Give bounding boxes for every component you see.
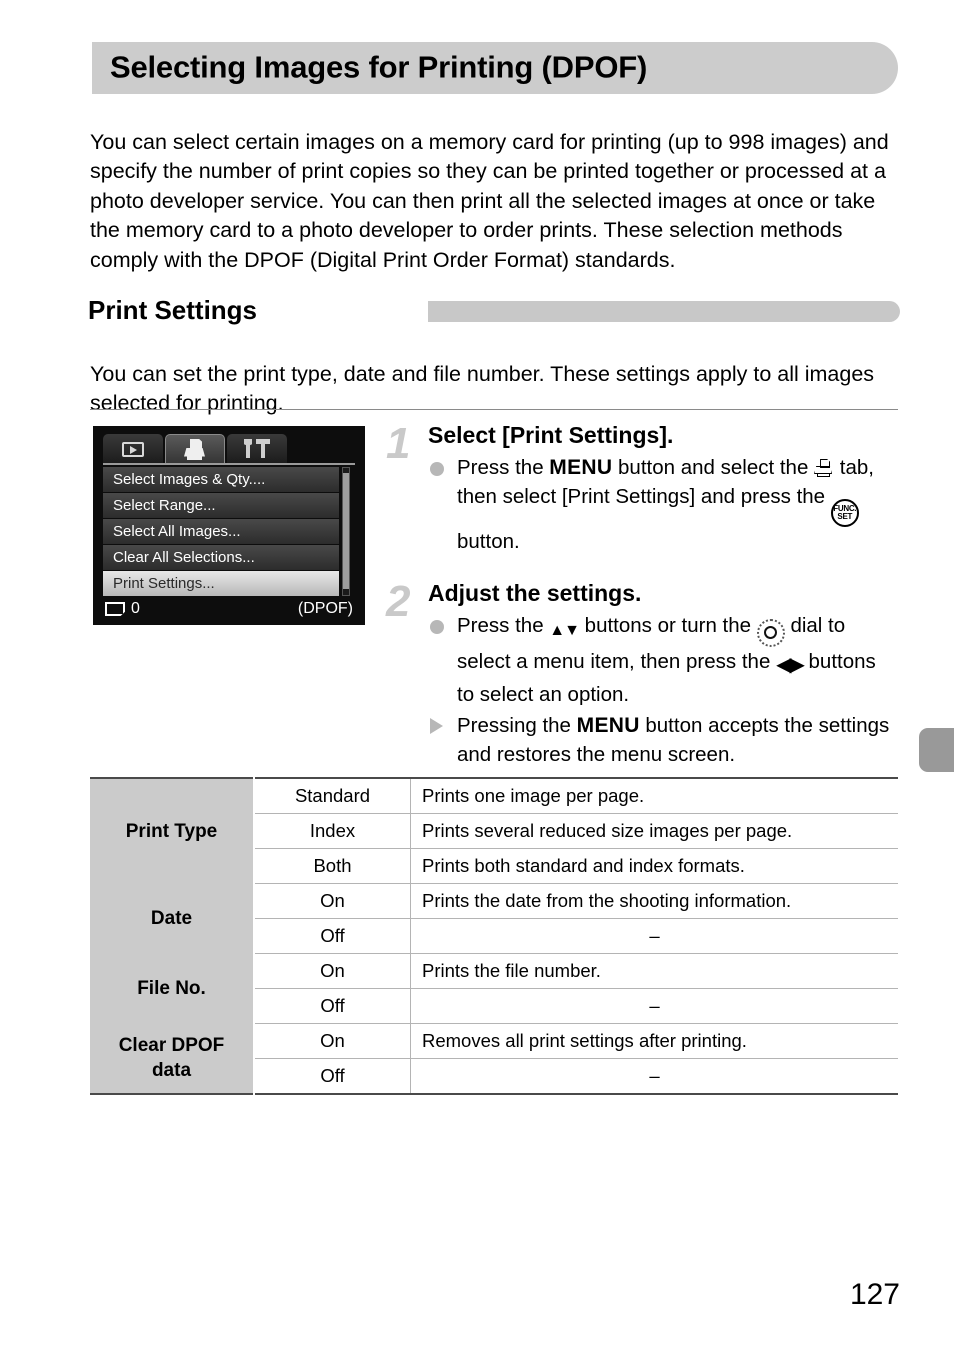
lcd-menu-item: Select Range...: [103, 493, 339, 518]
chapter-title-banner: Selecting Images for Printing (DPOF): [92, 42, 898, 94]
chapter-edge-tab: [919, 728, 954, 772]
lcd-tab-tools: [227, 434, 287, 464]
control-dial-icon: [756, 618, 785, 647]
lcd-menu-item: Select Images & Qty....: [103, 467, 339, 492]
table-option-cell: Off: [254, 988, 411, 1024]
intro-paragraph: You can select certain images on a memor…: [90, 129, 889, 272]
bullet-text-a: Press the: [457, 456, 550, 479]
print-icon: [814, 459, 834, 477]
table-option-cell: Off: [254, 1058, 411, 1094]
table-category-cell: Date: [90, 883, 255, 954]
table-option-cell: On: [254, 1023, 411, 1059]
table-description-cell: Prints the file number.: [410, 953, 898, 989]
table-description-cell: Prints both standard and index formats.: [410, 848, 898, 884]
table-description-cell: –: [410, 918, 898, 954]
lcd-tab-underline: [103, 463, 355, 465]
tools-icon: [244, 439, 270, 459]
table-option-cell: Standard: [254, 778, 411, 814]
bullet-item: Press the ▲▼ buttons or turn the dial to…: [428, 611, 898, 709]
steps-divider: [90, 409, 898, 410]
lcd-status-bar: 0 (DPOF): [105, 600, 353, 620]
step-number: 2: [386, 577, 411, 626]
table-option-cell: Off: [254, 918, 411, 954]
lcd-menu-list: Select Images & Qty.... Select Range... …: [103, 467, 339, 597]
camera-screen-mock: Select Images & Qty.... Select Range... …: [93, 426, 365, 625]
memory-card-icon: [105, 602, 125, 616]
lcd-menu-item: Clear All Selections...: [103, 545, 339, 570]
bullet-triangle-icon: [430, 717, 443, 734]
page-title: Selecting Images for Printing (DPOF): [110, 49, 648, 85]
table-category-cell: File No.: [90, 953, 255, 1024]
step-2: 2 Adjust the settings. Press the ▲▼ butt…: [386, 578, 898, 769]
print-settings-table: Print Type Standard Prints one image per…: [90, 777, 898, 1095]
menu-button-label: MENU: [549, 456, 613, 479]
print-icon: [183, 438, 207, 461]
table-option-cell: Index: [254, 813, 411, 849]
steps-list: 1 Select [Print Settings]. Press the MEN…: [386, 420, 898, 785]
table-row: Date On Prints the date from the shootin…: [90, 883, 898, 954]
table-row: Clear DPOF data On Removes all print sett…: [90, 1023, 898, 1094]
table-category-cell: Print Type: [90, 778, 255, 884]
bullet-text-d: button.: [457, 530, 520, 553]
lcd-status-left: 0: [105, 600, 140, 618]
table-row: File No. On Prints the file number.: [90, 953, 898, 1024]
bullet-text-a: Pressing the: [457, 713, 577, 737]
lcd-scrollbar-thumb: [343, 473, 349, 589]
step-title: Select [Print Settings].: [428, 422, 674, 448]
table-description-cell: Prints the date from the shooting inform…: [410, 883, 898, 919]
bullet-dot-icon: [430, 462, 444, 476]
step-number: 1: [386, 419, 411, 468]
step-1: 1 Select [Print Settings]. Press the MEN…: [386, 420, 898, 556]
table-description-cell: Removes all print settings after printin…: [410, 1023, 898, 1059]
up-down-arrows-icon: ▲▼: [549, 622, 580, 639]
bullet-item: Press the MENU button and select the tab…: [428, 453, 898, 556]
table-description-cell: –: [649, 1065, 660, 1086]
left-right-arrows-icon: ◀▶: [776, 653, 805, 676]
table-option-cell: Both: [254, 848, 411, 884]
page-number: 127: [849, 1278, 900, 1311]
table-option-cell: On: [254, 953, 411, 989]
func-set-icon: FUNC. SET: [830, 499, 859, 527]
bullet-text-b: buttons or turn the: [578, 614, 757, 637]
lcd-status-count: 0: [131, 600, 140, 617]
lcd-tab-bar: [103, 434, 355, 464]
lcd-status-dpof: (DPOF): [297, 600, 353, 617]
table-option-cell: On: [254, 883, 411, 919]
lcd-menu-item: Select All Images...: [103, 519, 339, 544]
table-description-cell: Prints one image per page.: [410, 778, 898, 814]
table-row: Print Type Standard Prints one image per…: [90, 778, 898, 884]
section-heading-bar: [428, 301, 900, 322]
bullet-text-b: button and select the: [612, 456, 815, 479]
step-bullets: Press the MENU button and select the tab…: [428, 453, 898, 556]
lcd-tab-playback: [103, 434, 163, 464]
bullet-item: Pressing the MENU button accepts the set…: [428, 711, 898, 769]
menu-button-label: MENU: [576, 713, 640, 737]
section-heading-label: Print Settings: [88, 295, 258, 325]
playback-icon: [122, 441, 144, 457]
step-bullets: Press the ▲▼ buttons or turn the dial to…: [428, 611, 898, 769]
bullet-text-a: Press the: [457, 614, 550, 637]
step-title: Adjust the settings.: [428, 580, 642, 606]
table-description-cell: Prints several reduced size images per p…: [410, 813, 898, 849]
lcd-menu-item-selected: Print Settings...: [103, 571, 339, 596]
section-heading: Print Settings: [88, 294, 900, 328]
bullet-dot-icon: [430, 620, 444, 634]
lcd-tab-print: [165, 434, 225, 464]
table-description-cell: –: [410, 988, 898, 1024]
table-category-cell: Clear DPOF data: [90, 1023, 255, 1094]
